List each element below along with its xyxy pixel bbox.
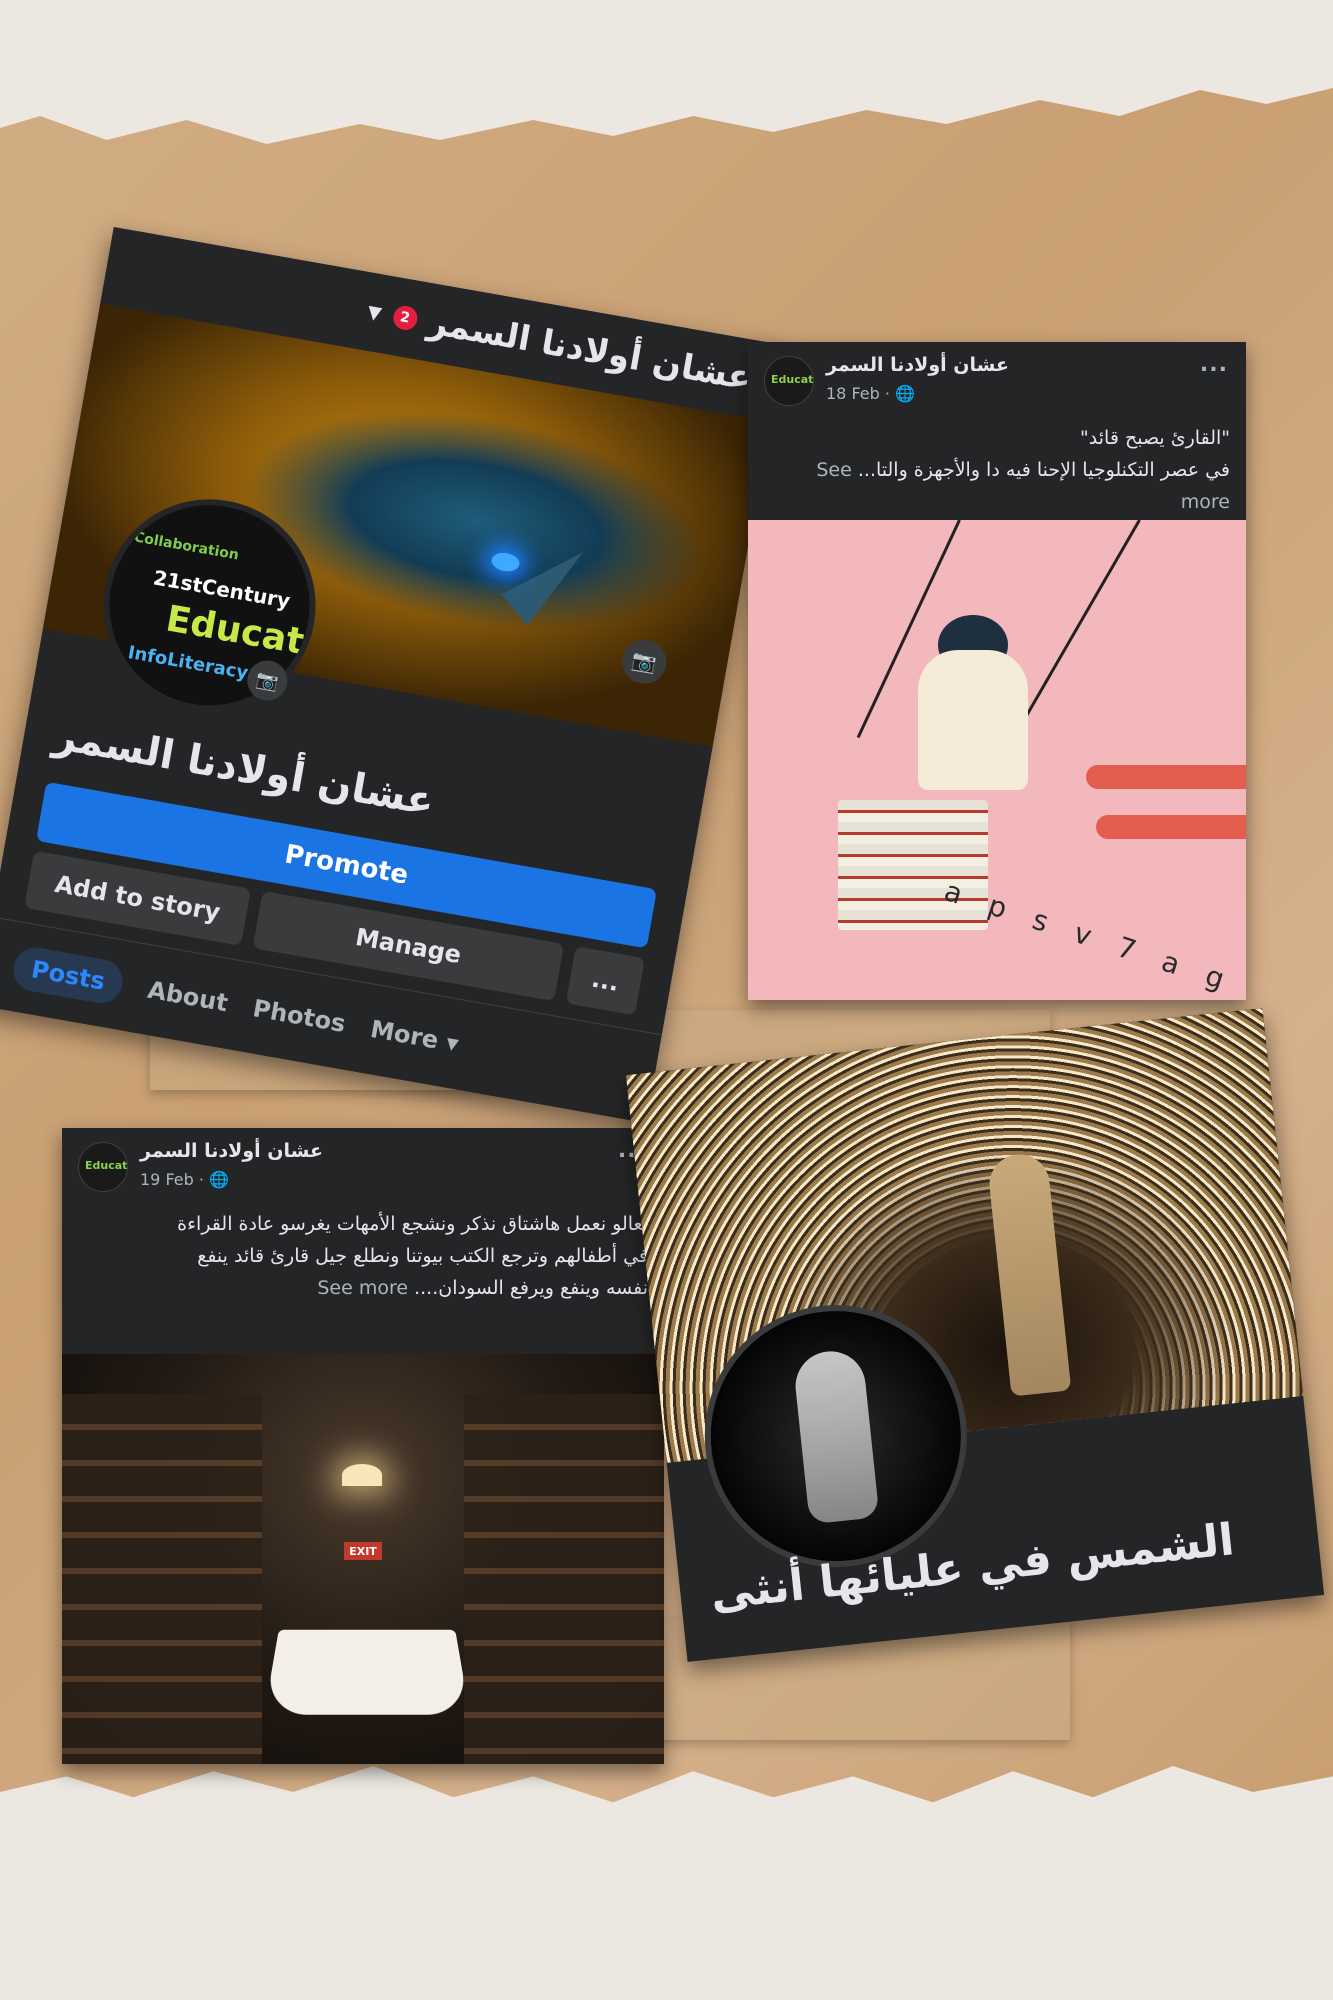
post-header: Educat عشان أولادنا السمر 18 Feb · 🌐 ... <box>748 342 1246 416</box>
avatar[interactable]: Educat <box>78 1142 128 1192</box>
bookshelf <box>464 1394 664 1764</box>
rhino-horn <box>501 536 597 626</box>
post-line: نفسه وينفع ويرفع السودان.... See more <box>78 1272 648 1304</box>
post-image[interactable]: a p s v 7 a g <box>748 519 1246 1000</box>
post-line: في أطفالهم وترجع الكتب بيوتنا ونطلع جيل … <box>197 1245 648 1267</box>
falling-letters: a p s v 7 a g <box>940 874 1238 999</box>
reaching-arm <box>1096 815 1246 839</box>
post-date-text: 18 Feb · <box>826 384 896 403</box>
tab-about[interactable]: About <box>146 976 230 1018</box>
post-line: "القارئ يصبح قائد" <box>1080 427 1230 449</box>
notification-badge: 2 <box>391 304 419 332</box>
see-more-link[interactable]: See more <box>317 1277 408 1299</box>
exit-sign: EXIT <box>344 1542 382 1560</box>
post-author[interactable]: عشان أولادنا السمر <box>826 354 1009 376</box>
globe-icon: 🌐 <box>209 1170 229 1189</box>
avatar-text: Educat <box>771 373 814 386</box>
post-date: 19 Feb · 🌐 <box>140 1170 229 1189</box>
reaching-arm <box>1086 765 1246 789</box>
avatar-text: Educat <box>85 1159 128 1172</box>
post-line-text: نفسه وينفع ويرفع السودان.... <box>414 1277 648 1299</box>
post-line: تعالو نعمل هاشتاق نذكر ونشجع الأمهات يغر… <box>177 1213 648 1235</box>
open-book <box>264 1629 470 1715</box>
post-header: Educat عشان أولادنا السمر 19 Feb · 🌐 ... <box>62 1128 664 1202</box>
swing-rope <box>1008 519 1141 746</box>
girl-figure <box>918 650 1028 790</box>
post-image[interactable]: EXIT <box>62 1354 664 1764</box>
page-header-screenshot: ▼ 2 عشان أولادنا السمر 📷 Collaboration 2… <box>0 226 784 1124</box>
ceiling-lamp <box>342 1464 382 1486</box>
post-menu-button[interactable]: ... <box>1200 352 1228 377</box>
torn-paper-top <box>0 0 1333 144</box>
post-author[interactable]: عشان أولادنا السمر <box>140 1140 323 1162</box>
sculpture-figure <box>792 1347 880 1525</box>
post-text: "القارئ يصبح قائد" في عصر التكنلوجيا الإ… <box>748 416 1246 524</box>
avatar-word: Collaboration <box>132 529 240 564</box>
post-card: Educat عشان أولادنا السمر 19 Feb · 🌐 ...… <box>62 1128 664 1764</box>
post-line-text: في عصر التكنلوجيا الإحنا فيه دا والأجهزة… <box>857 459 1230 481</box>
tab-more[interactable]: More ▾ <box>368 1015 460 1058</box>
post-date-text: 19 Feb · <box>140 1170 210 1189</box>
tab-posts[interactable]: Posts <box>10 944 127 1007</box>
chevron-down-icon[interactable]: ▼ <box>366 301 383 324</box>
post-date: 18 Feb · 🌐 <box>826 384 915 403</box>
rhino-eye <box>490 550 521 574</box>
bookshelf <box>62 1394 262 1764</box>
post-card: Educat عشان أولادنا السمر 18 Feb · 🌐 ...… <box>748 342 1246 1000</box>
profile-screenshot: الشمس في عليائها أنثى <box>625 1008 1325 1662</box>
camera-icon[interactable]: 📷 <box>618 636 670 688</box>
post-line: في عصر التكنلوجيا الإحنا فيه دا والأجهزة… <box>764 454 1230 518</box>
torn-paper-bottom <box>0 1766 1333 2000</box>
post-text: تعالو نعمل هاشتاق نذكر ونشجع الأمهات يغر… <box>62 1202 664 1310</box>
woman-figure <box>986 1151 1072 1397</box>
avatar[interactable]: Educat <box>764 356 814 406</box>
globe-icon: 🌐 <box>895 384 915 403</box>
more-options-button[interactable]: ... <box>565 946 645 1016</box>
tab-photos[interactable]: Photos <box>251 994 348 1038</box>
